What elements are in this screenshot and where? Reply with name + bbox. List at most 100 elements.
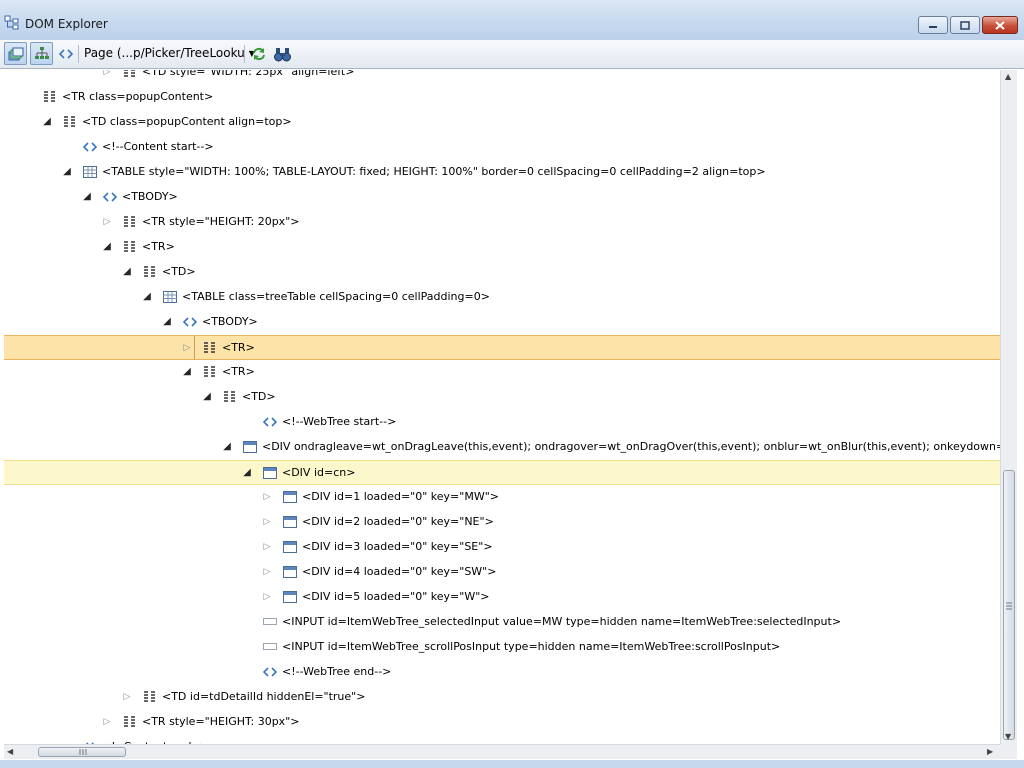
element-icon — [202, 365, 218, 379]
expand-toggle-icon[interactable]: ▷ — [261, 541, 273, 553]
tree-node-label: <TR style="HEIGHT: 30px"> — [142, 715, 300, 728]
tree-node[interactable]: ◢ <TR> — [4, 235, 1000, 260]
tree-node[interactable]: ▷ <DIV id=4 loaded="0" key="SW"> — [4, 560, 1000, 585]
scroll-down-icon[interactable]: ▼ — [1005, 732, 1011, 741]
tree-node-label: <DIV id=3 loaded="0" key="SE"> — [302, 540, 493, 553]
tree-node[interactable]: ▷ <TD style="WIDTH: 25px" align=left> — [4, 70, 1000, 85]
page-selector-dropdown[interactable]: Page (...p/Picker/TreeLooku ▼ — [84, 46, 255, 60]
expand-toggle-icon[interactable]: ▷ — [261, 566, 273, 578]
tree-node-label: <TD id=tdDetailId hiddenEl="true"> — [162, 690, 366, 703]
tree-node-label: <!--WebTree end--> — [282, 665, 392, 678]
tree-node[interactable]: ◢ <TABLE style="WIDTH: 100%; TABLE-LAYOUT… — [4, 160, 1000, 185]
div-icon — [282, 490, 298, 504]
element-icon — [62, 115, 78, 129]
vertical-scrollbar[interactable]: ▲ ▼ — [1000, 70, 1017, 744]
tree-node[interactable]: ▷ <TD id=tdDetailId hiddenEl="true"> — [4, 685, 1000, 710]
tree-node[interactable]: ▷ <DIV id=2 loaded="0" key="NE"> — [4, 510, 1000, 535]
tree-node[interactable]: ▷ <DIV id=5 loaded="0" key="W"> — [4, 585, 1000, 610]
collapse-toggle-icon[interactable]: ◢ — [61, 166, 73, 178]
element-icon — [142, 690, 158, 704]
tree-node-label: <TABLE class=treeTable cellSpacing=0 cel… — [182, 290, 490, 303]
tree-node[interactable]: <!--Content end--> — [4, 735, 1000, 744]
close-button[interactable] — [982, 16, 1018, 34]
expand-toggle-icon[interactable]: ▷ — [261, 516, 273, 528]
tree-node[interactable]: ▷ <TR style="HEIGHT: 20px"> — [4, 210, 1000, 235]
tree-node-label: <TD style="WIDTH: 25px" align=left> — [142, 70, 355, 78]
table-icon — [162, 290, 178, 304]
tree-node-label: <INPUT id=ItemWebTree_scrollPosInput typ… — [282, 640, 781, 653]
tree-node-label: <TD> — [242, 390, 276, 403]
scroll-up-icon[interactable]: ▲ — [1005, 72, 1011, 81]
collapse-toggle-icon[interactable]: ◢ — [121, 266, 133, 278]
tree-node[interactable]: ▷ <TR> — [4, 335, 1000, 360]
tree-node[interactable]: <INPUT id=ItemWebTree_scrollPosInput typ… — [4, 635, 1000, 660]
element-icon — [142, 265, 158, 279]
tree-node-label: <DIV id=cn> — [282, 466, 356, 479]
tree-node[interactable]: ◢ <TD class=popupContent align=top> — [4, 110, 1000, 135]
tag-icon — [102, 190, 118, 204]
element-icon — [122, 215, 138, 229]
dom-explorer-app-icon — [4, 15, 20, 31]
expand-toggle-icon[interactable]: ▷ — [121, 691, 133, 703]
refresh-button[interactable] — [247, 42, 270, 65]
window-title: DOM Explorer — [25, 17, 108, 31]
maximize-button[interactable] — [950, 16, 980, 34]
tree-node[interactable]: <TR class=popupContent> — [4, 85, 1000, 110]
tag-icon — [58, 48, 73, 59]
tree-node-label: <DIV ondragleave=wt_onDragLeave(this,eve… — [262, 440, 1000, 453]
collapse-toggle-icon[interactable]: ◢ — [201, 391, 213, 403]
tree-node[interactable]: <!--WebTree start--> — [4, 410, 1000, 435]
minimize-button[interactable] — [918, 16, 948, 34]
element-tag-button[interactable] — [54, 42, 77, 65]
tree-node[interactable]: ◢ <TR> — [4, 360, 1000, 385]
minimize-icon — [929, 26, 937, 28]
tree-node[interactable]: <INPUT id=ItemWebTree_selectedInput valu… — [4, 610, 1000, 635]
collapse-toggle-icon[interactable]: ◢ — [81, 191, 93, 203]
tree-view-button[interactable] — [30, 42, 53, 65]
tree-node-label: <!--WebTree start--> — [282, 415, 397, 428]
expand-toggle-icon[interactable]: ▷ — [101, 716, 113, 728]
vertical-scroll-thumb[interactable] — [1003, 470, 1015, 740]
expand-toggle-icon[interactable]: ▷ — [181, 342, 193, 354]
tree-node[interactable]: ▷ <TR style="HEIGHT: 30px"> — [4, 710, 1000, 735]
collapse-toggle-icon[interactable]: ◢ — [161, 316, 173, 328]
title-bar: DOM Explorer — [0, 0, 1024, 40]
tree-node-label: <INPUT id=ItemWebTree_selectedInput valu… — [282, 615, 842, 628]
tree-node[interactable]: ▷ <DIV id=1 loaded="0" key="MW"> — [4, 485, 1000, 510]
tree-node[interactable]: ◢ <TABLE class=treeTable cellSpacing=0 ce… — [4, 285, 1000, 310]
collapse-toggle-icon[interactable]: ◢ — [181, 366, 193, 378]
maximize-icon — [960, 20, 970, 30]
tree-node[interactable]: <!--Content start--> — [4, 135, 1000, 160]
horizontal-scrollbar[interactable]: ◀ ▶ — [4, 744, 1000, 759]
tree-node-label: <TABLE style="WIDTH: 100%; TABLE-LAYOUT:… — [102, 165, 766, 178]
comment-icon — [262, 665, 278, 679]
tree-node[interactable]: ◢ <TD> — [4, 260, 1000, 285]
selection-marker — [194, 336, 195, 359]
tree-node[interactable]: ▷ <DIV id=3 loaded="0" key="SE"> — [4, 535, 1000, 560]
expand-toggle-icon[interactable]: ▷ — [261, 591, 273, 603]
expand-toggle-icon[interactable]: ▷ — [261, 491, 273, 503]
tree-node[interactable]: ◢ <TD> — [4, 385, 1000, 410]
collapse-toggle-icon[interactable]: ◢ — [221, 441, 233, 453]
scroll-left-icon[interactable]: ◀ — [7, 747, 13, 756]
layers-button[interactable] — [4, 42, 27, 65]
scroll-right-icon[interactable]: ▶ — [987, 747, 993, 756]
grip-icon — [1006, 602, 1012, 610]
tree-node[interactable]: ◢ <TBODY> — [4, 185, 1000, 210]
expand-toggle-icon[interactable]: ▷ — [101, 216, 113, 228]
collapse-toggle-icon[interactable]: ◢ — [241, 467, 253, 479]
tree-node[interactable]: ◢ <DIV id=cn> — [4, 460, 1000, 485]
refresh-icon — [252, 47, 265, 60]
tree-node[interactable]: ◢ <DIV ondragleave=wt_onDragLeave(this,ev… — [4, 435, 1000, 460]
tag-icon — [182, 315, 198, 329]
find-button[interactable] — [271, 42, 294, 65]
collapse-toggle-icon[interactable]: ◢ — [101, 241, 113, 253]
horizontal-scroll-thumb[interactable] — [38, 747, 126, 757]
expand-toggle-icon[interactable]: ▷ — [101, 70, 113, 78]
element-icon — [222, 390, 238, 404]
tree-node[interactable]: ◢ <TBODY> — [4, 310, 1000, 335]
comment-icon — [262, 415, 278, 429]
collapse-toggle-icon[interactable]: ◢ — [141, 291, 153, 303]
tree-node[interactable]: <!--WebTree end--> — [4, 660, 1000, 685]
collapse-toggle-icon[interactable]: ◢ — [41, 116, 53, 128]
